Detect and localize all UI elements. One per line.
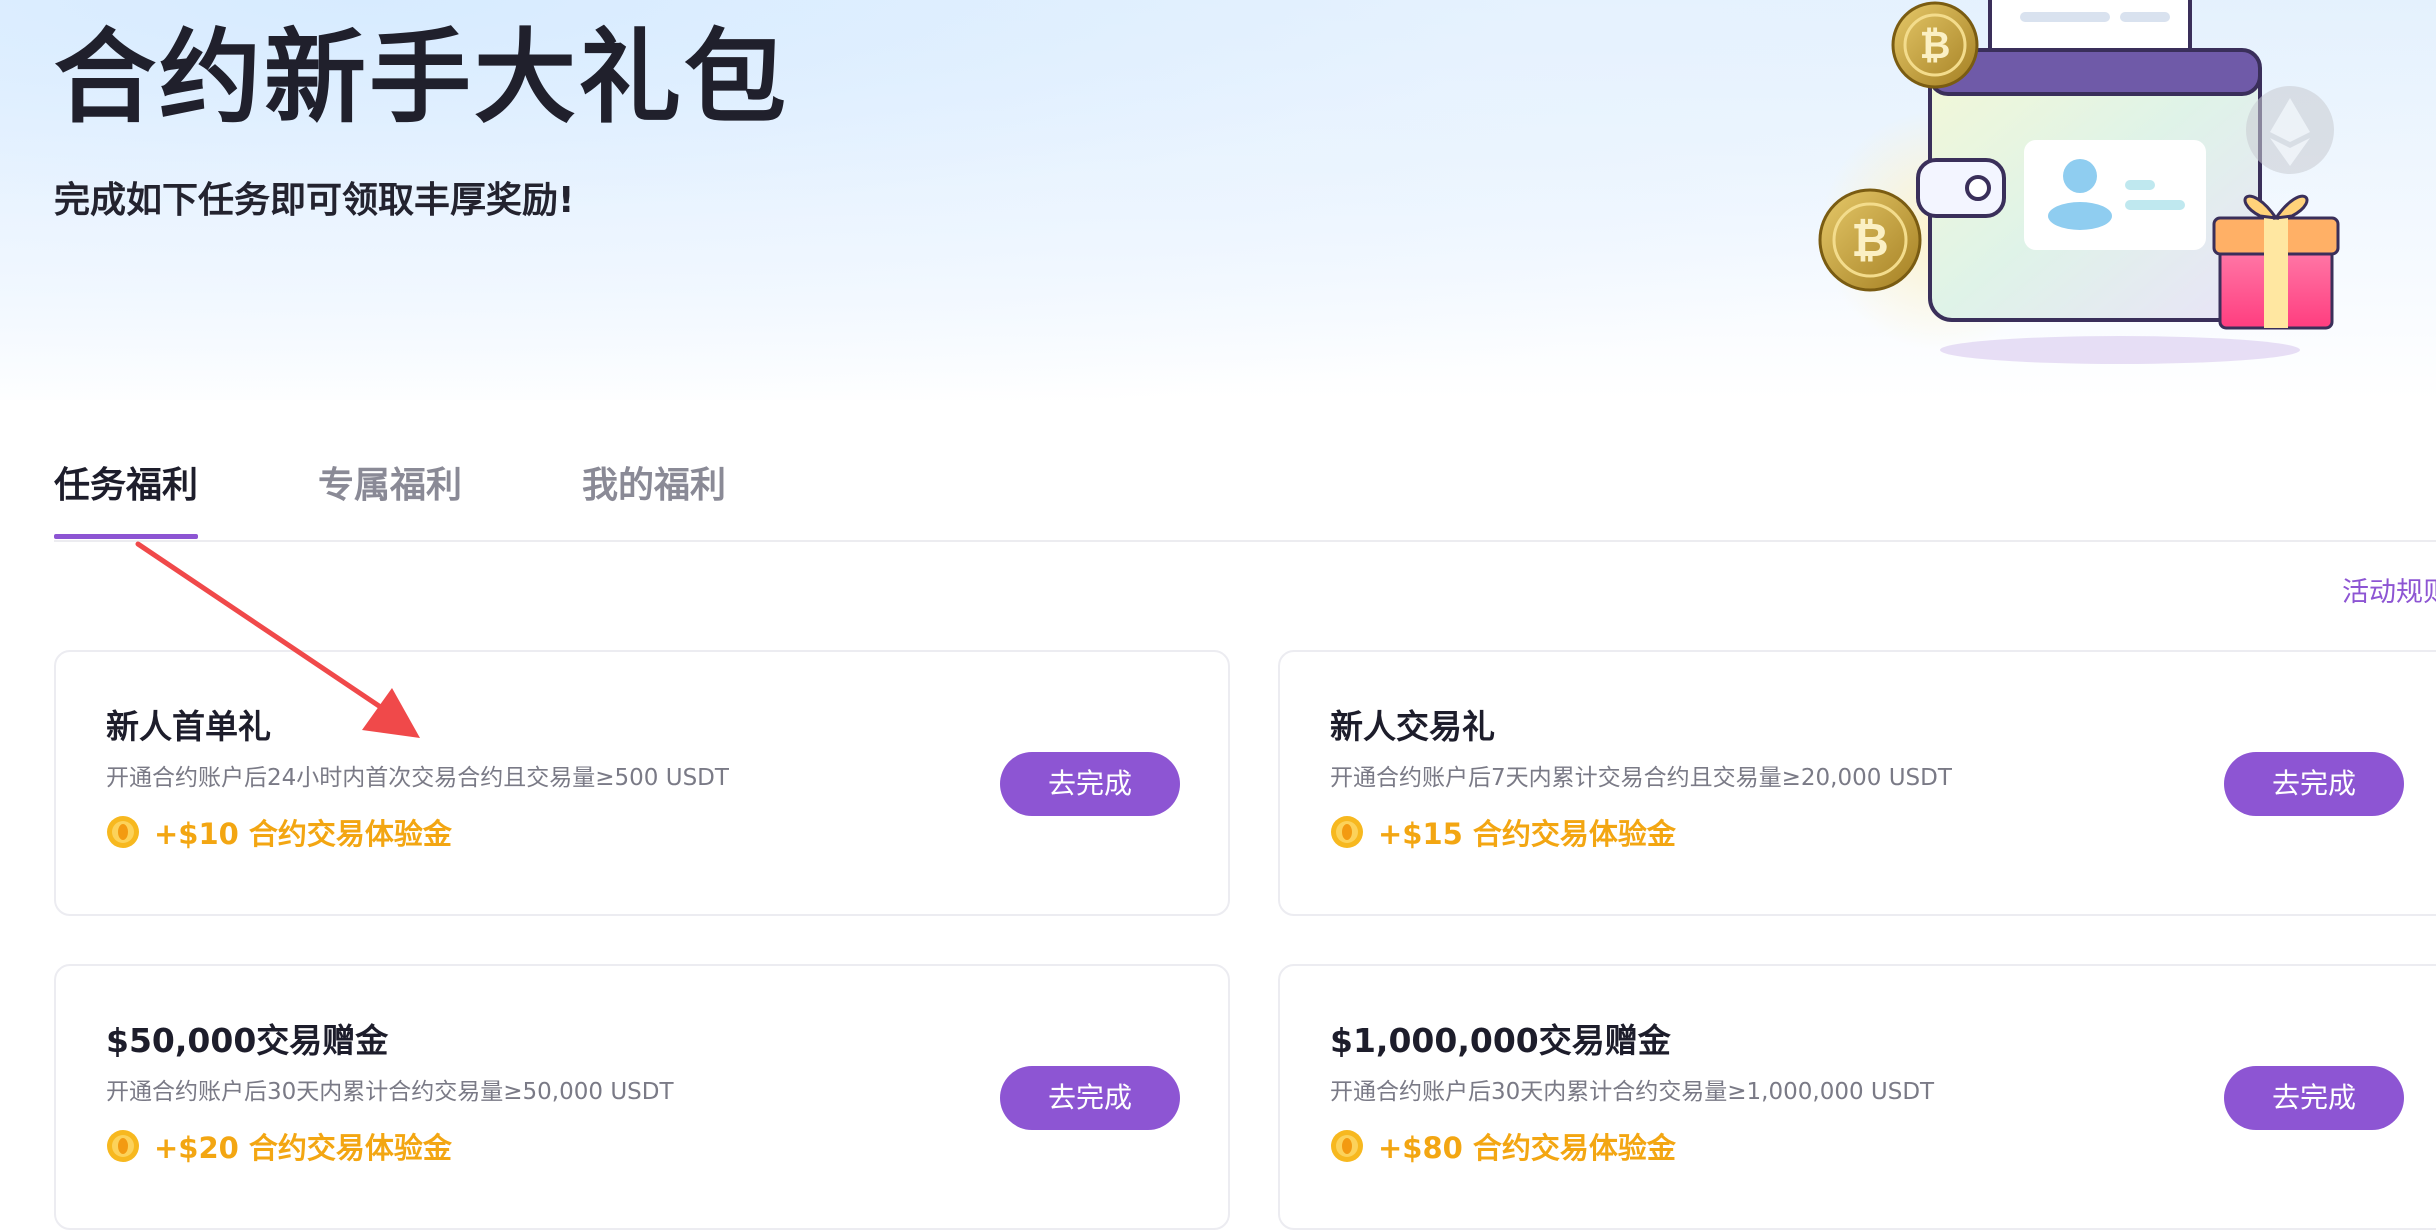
tab-exclusive-benefits[interactable]: 专属福利 [318,450,462,522]
reward-text: +$15 合约交易体验金 [1378,817,1676,851]
active-tab-indicator [54,534,198,539]
task-card: 新人首单礼 开通合约账户后24小时内首次交易合约且交易量≥500 USDT +$… [54,650,1230,916]
complete-task-button[interactable]: 去完成 [1000,752,1180,816]
svg-text:₿: ₿ [1920,23,1951,67]
task-reward: +$80 合约交易体验金 [1330,1124,1676,1168]
task-description: 开通合约账户后30天内累计合约交易量≥1,000,000 USDT [1330,1079,1935,1105]
task-description: 开通合约账户后30天内累计合约交易量≥50,000 USDT [106,1079,674,1105]
page-subtitle: 完成如下任务即可领取丰厚奖励! [54,180,575,221]
ethereum-coin-icon [2246,86,2334,174]
task-title: $1,000,000交易赠金 [1330,1021,1671,1060]
coin-icon [1331,816,1363,848]
tab-my-benefits[interactable]: 我的福利 [582,450,726,522]
reward-text: +$80 合约交易体验金 [1378,1131,1676,1165]
task-description: 开通合约账户后24小时内首次交易合约且交易量≥500 USDT [106,765,729,791]
reward-text: +$20 合约交易体验金 [154,1131,452,1165]
task-title: $50,000交易赠金 [106,1021,389,1060]
task-card: $50,000交易赠金 开通合约账户后30天内累计合约交易量≥50,000 US… [54,964,1230,1230]
svg-text:₿: ₿ [1851,213,1889,267]
task-title: 新人交易礼 [1330,707,1495,746]
wallet-illustration: ₿ ₿ [1818,0,2340,364]
tab-task-benefits[interactable]: 任务福利 [54,450,198,522]
complete-task-button[interactable]: 去完成 [1000,1066,1180,1130]
bitcoin-coin-icon: ₿ [1891,1,1979,89]
task-card: 新人交易礼 开通合约账户后7天内累计交易合约且交易量≥20,000 USDT +… [1278,650,2436,916]
task-reward: +$15 合约交易体验金 [1330,810,1676,854]
complete-task-button[interactable]: 去完成 [2224,1066,2404,1130]
task-description: 开通合约账户后7天内累计交易合约且交易量≥20,000 USDT [1330,765,1952,791]
coin-icon [107,1130,139,1162]
task-card: $1,000,000交易赠金 开通合约账户后30天内累计合约交易量≥1,000,… [1278,964,2436,1230]
reward-text: +$10 合约交易体验金 [154,817,452,851]
coin-icon [107,816,139,848]
task-reward: +$20 合约交易体验金 [106,1124,452,1168]
complete-task-button[interactable]: 去完成 [2224,752,2404,816]
task-title: 新人首单礼 [106,707,271,746]
task-reward: +$10 合约交易体验金 [106,810,452,854]
page-title: 合约新手大礼包 [54,19,789,138]
coin-icon [1331,1130,1363,1162]
activity-rules-link[interactable]: 活动规则 [2342,570,2436,609]
tabs-divider [54,540,2436,542]
